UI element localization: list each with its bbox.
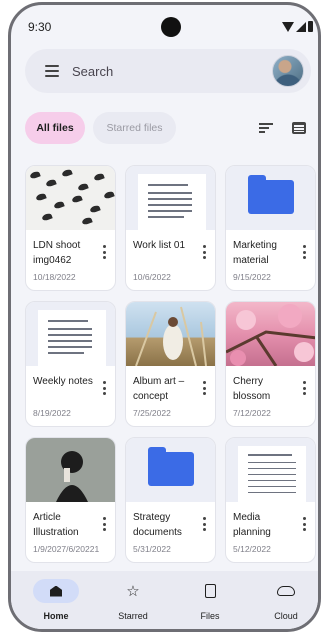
file-date: 10/6/2022 bbox=[133, 272, 171, 282]
article-thumbnail bbox=[26, 438, 115, 502]
file-date: 1/9/2027/6/20221 bbox=[33, 544, 100, 554]
more-options-icon[interactable] bbox=[302, 517, 306, 531]
file-card[interactable]: Marketing material 9/15/2022 bbox=[225, 165, 316, 291]
file-name: Marketing material bbox=[233, 240, 277, 266]
folder-icon bbox=[148, 447, 194, 486]
file-date: 9/15/2022 bbox=[233, 272, 271, 282]
file-card[interactable]: Album art – concept 7/25/2022 bbox=[125, 301, 216, 427]
folder-thumbnail bbox=[126, 438, 215, 502]
document-thumbnail bbox=[26, 302, 115, 366]
file-name: Article Illustration bbox=[33, 512, 79, 538]
more-options-icon[interactable] bbox=[202, 517, 206, 531]
menu-icon[interactable] bbox=[45, 65, 59, 77]
file-name: Weekly notes bbox=[33, 376, 93, 387]
nav-home-label: Home bbox=[43, 611, 69, 621]
search-placeholder[interactable]: Search bbox=[72, 64, 113, 79]
bottom-navigation: Home ☆ Starred Files Cloud bbox=[11, 571, 318, 629]
cloud-icon bbox=[277, 586, 295, 596]
list-view-icon[interactable] bbox=[292, 122, 306, 134]
file-name: Strategy documents bbox=[133, 512, 182, 538]
file-card[interactable]: Media planning 5/12/2022 bbox=[225, 437, 316, 563]
album-photo-art bbox=[135, 306, 207, 366]
camera-cutout bbox=[161, 17, 181, 37]
file-date: 10/18/2022 bbox=[33, 272, 76, 282]
file-card[interactable]: LDN shoot img0462 10/18/2022 bbox=[25, 165, 116, 291]
more-options-icon[interactable] bbox=[302, 381, 306, 395]
nav-cloud-label: Cloud bbox=[274, 611, 298, 621]
cherry-photo-art bbox=[226, 304, 315, 366]
nav-files[interactable]: Files bbox=[175, 579, 245, 621]
nav-starred[interactable]: ☆ Starred bbox=[98, 579, 168, 622]
avatar[interactable] bbox=[272, 55, 304, 87]
status-bar: 9:30 bbox=[11, 5, 318, 43]
nav-cloud[interactable]: Cloud bbox=[251, 579, 318, 621]
sort-icon[interactable] bbox=[259, 123, 273, 133]
more-options-icon[interactable] bbox=[102, 245, 106, 259]
home-icon bbox=[50, 585, 62, 597]
battery-icon bbox=[308, 21, 313, 32]
more-options-icon[interactable] bbox=[202, 245, 206, 259]
album-thumbnail bbox=[126, 302, 215, 366]
more-options-icon[interactable] bbox=[202, 381, 206, 395]
file-card[interactable]: Weekly notes 8/19/2022 bbox=[25, 301, 116, 427]
file-card[interactable]: Strategy documents 5/31/2022 bbox=[125, 437, 216, 563]
phone-frame: 9:30 Search All files Starred files LDN … bbox=[8, 2, 321, 632]
file-date: 7/12/2022 bbox=[233, 408, 271, 418]
file-card[interactable]: Cherry blossom 7/12/2022 bbox=[225, 301, 316, 427]
star-icon: ☆ bbox=[126, 582, 140, 600]
nav-starred-label: Starred bbox=[118, 611, 148, 621]
birds-thumbnail bbox=[26, 166, 115, 230]
cherry-thumbnail bbox=[226, 302, 315, 366]
document-thumbnail bbox=[126, 166, 215, 230]
file-icon bbox=[204, 584, 216, 598]
filter-all-files[interactable]: All files bbox=[25, 112, 85, 144]
article-photo-art bbox=[56, 451, 88, 502]
status-time: 9:30 bbox=[28, 20, 52, 34]
nav-home[interactable]: Home bbox=[21, 579, 91, 621]
signal-icon bbox=[296, 21, 306, 32]
file-name: Album art – concept bbox=[133, 376, 185, 402]
nav-files-label: Files bbox=[200, 611, 220, 621]
filter-starred-files[interactable]: Starred files bbox=[93, 112, 176, 144]
search-bar[interactable]: Search bbox=[25, 49, 311, 93]
file-date: 5/31/2022 bbox=[133, 544, 171, 554]
system-icons bbox=[282, 21, 313, 32]
file-name: Cherry blossom bbox=[233, 376, 271, 402]
spreadsheet-thumbnail bbox=[226, 438, 315, 502]
file-date: 5/12/2022 bbox=[233, 544, 271, 554]
more-options-icon[interactable] bbox=[102, 381, 106, 395]
file-name: Work list 01 bbox=[133, 240, 186, 251]
file-name: Media planning bbox=[233, 512, 271, 538]
wifi-icon bbox=[282, 21, 294, 32]
file-date: 8/19/2022 bbox=[33, 408, 71, 418]
folder-thumbnail bbox=[226, 166, 315, 230]
file-date: 7/25/2022 bbox=[133, 408, 171, 418]
more-options-icon[interactable] bbox=[102, 517, 106, 531]
file-card[interactable]: Article Illustration 1/9/2027/6/20221 bbox=[25, 437, 116, 563]
file-name: LDN shoot img0462 bbox=[33, 240, 81, 266]
file-card[interactable]: Work list 01 10/6/2022 bbox=[125, 165, 216, 291]
folder-icon bbox=[248, 175, 294, 214]
more-options-icon[interactable] bbox=[302, 245, 306, 259]
